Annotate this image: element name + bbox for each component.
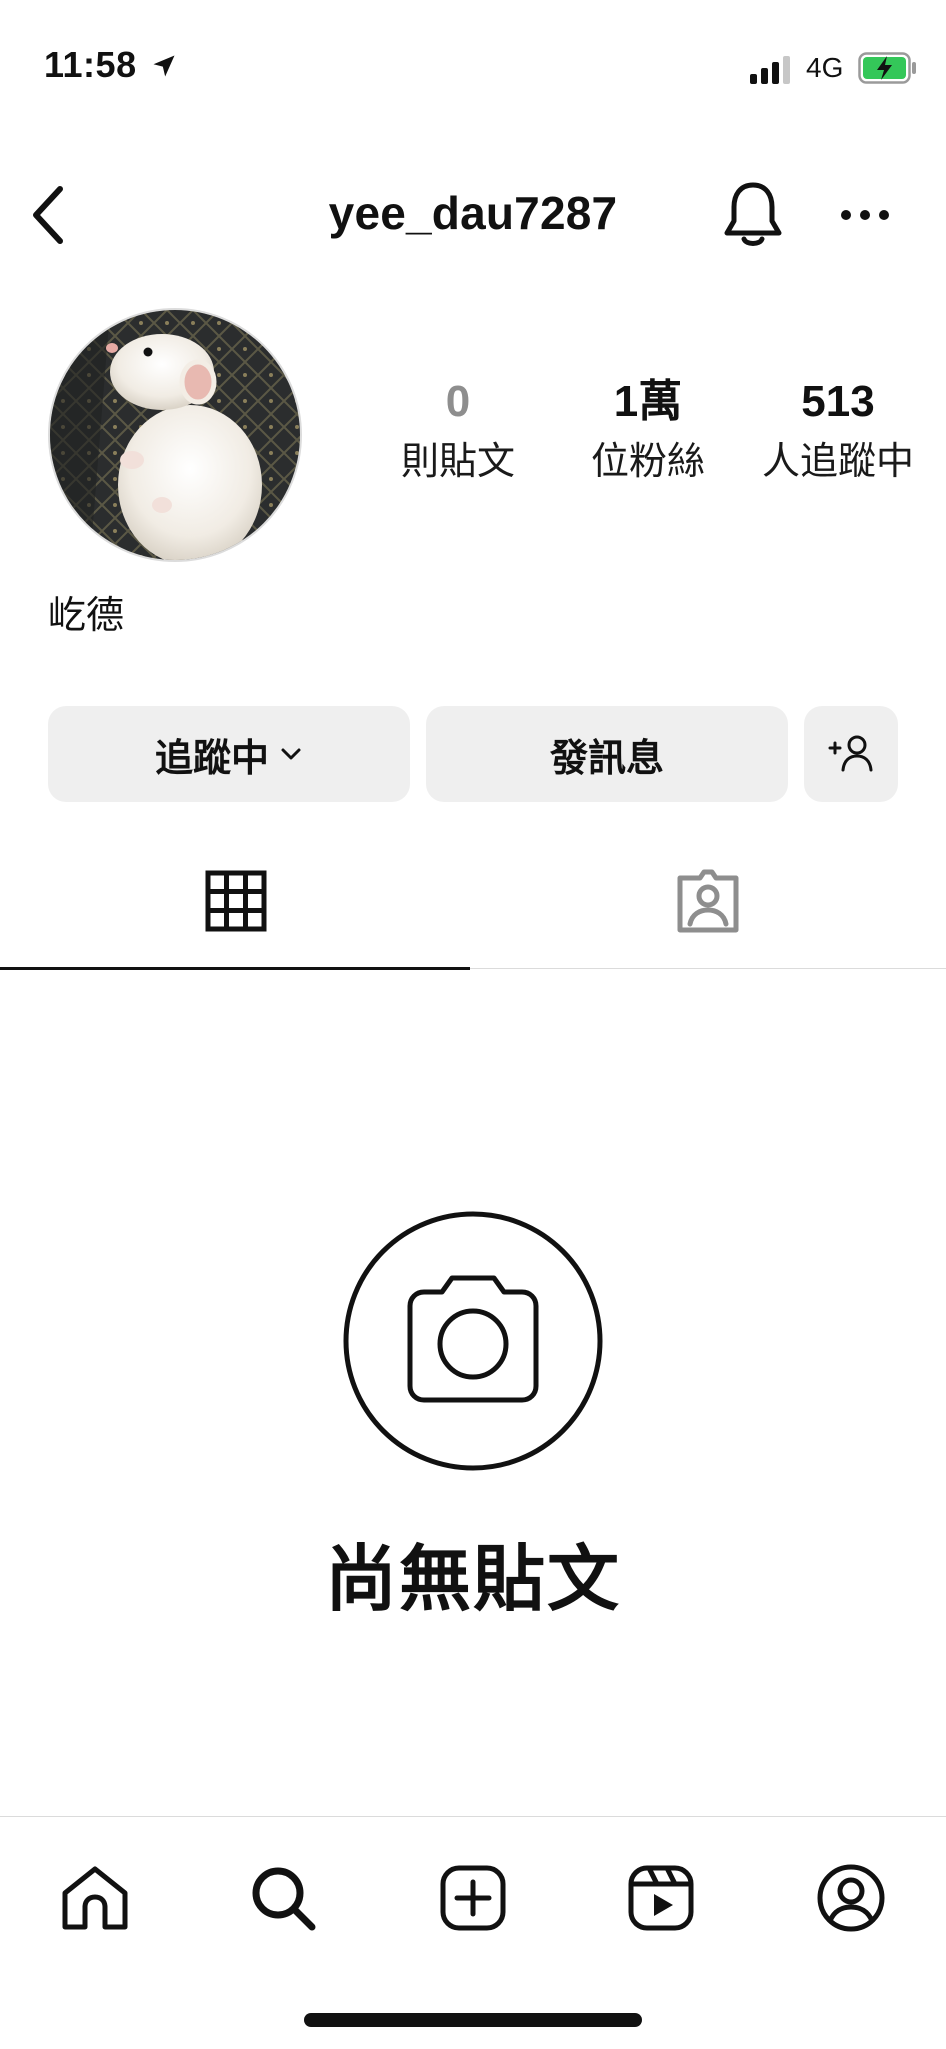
status-time: 11:58 <box>44 44 137 85</box>
nav-home[interactable] <box>50 1853 140 1943</box>
reels-icon <box>628 1865 694 1931</box>
camera-circle-icon <box>343 1211 603 1471</box>
nav-search[interactable] <box>238 1853 328 1943</box>
bottom-nav <box>0 1816 946 2049</box>
search-icon <box>252 1867 316 1931</box>
profile-icon <box>817 1864 885 1932</box>
empty-state-title: 尚無貼文 <box>324 1540 621 1620</box>
profile-display-name: 屹德 <box>48 595 125 637</box>
posts-count: 0 <box>445 377 471 426</box>
posts-label: 則貼文 <box>400 441 515 484</box>
add-user-button[interactable] <box>804 706 898 802</box>
nav-profile[interactable] <box>806 1853 896 1943</box>
followers-count: 1萬 <box>613 377 683 426</box>
empty-state-icon-wrap <box>342 1210 604 1472</box>
stat-posts: 0 則貼文 <box>368 377 548 485</box>
following-label: 人追蹤中 <box>761 441 914 484</box>
active-tab-indicator <box>0 967 470 970</box>
following-button[interactable]: 追蹤中 <box>48 706 410 802</box>
profile-username: yee_dau7287 <box>328 187 618 239</box>
following-count: 513 <box>801 377 875 426</box>
stat-followers[interactable]: 1萬 位粉絲 <box>558 377 738 485</box>
location-arrow-icon <box>153 55 175 77</box>
profile-header: yee_dau7287 <box>0 160 946 270</box>
create-plus-icon <box>440 1865 506 1931</box>
stat-following[interactable]: 513 人追蹤中 <box>748 377 928 485</box>
hamster-avatar-image <box>50 310 300 560</box>
nav-create[interactable] <box>428 1853 518 1943</box>
more-horizontal-icon <box>841 210 889 220</box>
status-bar: 11:58 4G <box>0 0 946 120</box>
message-button[interactable]: 發訊息 <box>426 706 788 802</box>
followers-label: 位粉絲 <box>590 441 705 484</box>
home-indicator <box>304 2013 642 2027</box>
more-options-button[interactable] <box>830 180 900 250</box>
home-icon <box>62 1866 128 1930</box>
network-type: 4G <box>806 52 844 83</box>
bell-icon <box>724 182 782 246</box>
tab-posts-grid[interactable] <box>0 836 472 966</box>
tab-tagged[interactable] <box>472 836 944 966</box>
profile-tabs <box>0 836 946 970</box>
grid-icon <box>205 870 267 932</box>
signal-icon <box>750 56 790 84</box>
following-button-label: 追蹤中 <box>154 737 269 780</box>
chevron-down-icon <box>281 748 301 760</box>
battery-charging-icon <box>858 52 916 84</box>
tagged-person-icon <box>677 869 739 933</box>
add-person-icon <box>828 735 873 772</box>
profile-avatar[interactable] <box>48 308 302 562</box>
notifications-button[interactable] <box>718 174 788 254</box>
nav-reels[interactable] <box>616 1853 706 1943</box>
message-button-label: 發訊息 <box>549 737 664 780</box>
